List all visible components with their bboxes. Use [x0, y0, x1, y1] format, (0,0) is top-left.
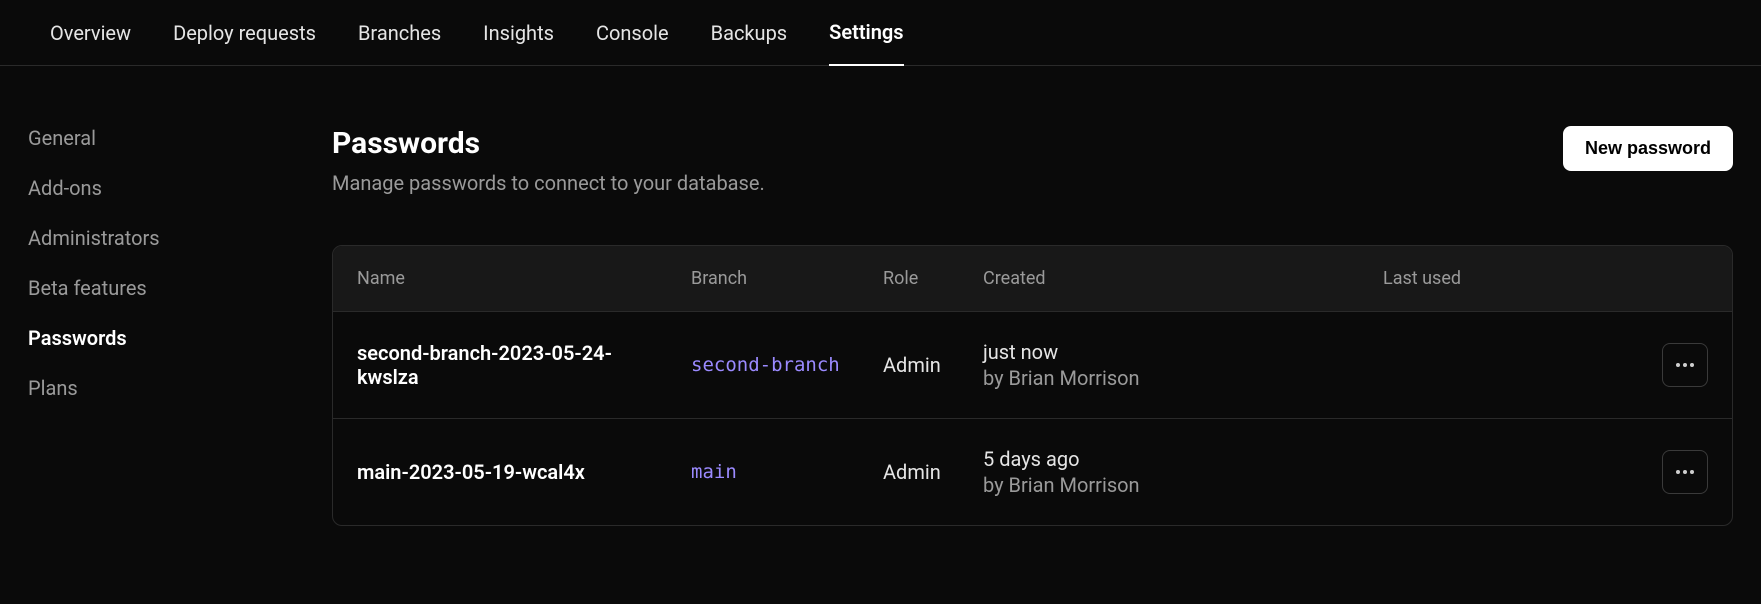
- column-header-last-used: Last used: [1383, 268, 1463, 289]
- row-actions-button[interactable]: [1662, 450, 1708, 494]
- cell-created: just now by Brian Morrison: [983, 340, 1383, 390]
- created-by: by Brian Morrison: [983, 473, 1383, 497]
- column-header-role: Role: [883, 268, 983, 289]
- cell-role: Admin: [883, 460, 983, 484]
- tab-backups[interactable]: Backups: [711, 0, 788, 66]
- sidebar-item-plans[interactable]: Plans: [28, 376, 332, 400]
- page-title: Passwords: [332, 126, 765, 161]
- created-time: 5 days ago: [983, 447, 1383, 471]
- created-by: by Brian Morrison: [983, 366, 1383, 390]
- tab-branches[interactable]: Branches: [358, 0, 441, 66]
- sidebar-item-administrators[interactable]: Administrators: [28, 226, 332, 250]
- page-header: Passwords Manage passwords to connect to…: [332, 126, 1733, 195]
- main-content: Passwords Manage passwords to connect to…: [332, 126, 1761, 526]
- tab-console[interactable]: Console: [596, 0, 669, 66]
- cell-branch[interactable]: main: [691, 461, 883, 483]
- row-actions-button[interactable]: [1662, 343, 1708, 387]
- table-row: main-2023-05-19-wcal4x main Admin 5 days…: [333, 419, 1732, 525]
- column-header-created: Created: [983, 268, 1383, 289]
- more-icon: [1676, 470, 1694, 474]
- page-subtitle: Manage passwords to connect to your data…: [332, 171, 765, 195]
- sidebar-item-beta-features[interactable]: Beta features: [28, 276, 332, 300]
- cell-name[interactable]: second-branch-2023-05-24-kwslza: [357, 341, 691, 389]
- created-time: just now: [983, 340, 1383, 364]
- settings-sidebar: General Add-ons Administrators Beta feat…: [0, 126, 332, 526]
- tab-insights[interactable]: Insights: [483, 0, 554, 66]
- more-icon: [1676, 363, 1694, 367]
- tab-deploy-requests[interactable]: Deploy requests: [173, 0, 316, 66]
- table-header: Name Branch Role Created Last used: [333, 246, 1732, 312]
- content-wrapper: General Add-ons Administrators Beta feat…: [0, 66, 1761, 526]
- passwords-table: Name Branch Role Created Last used secon…: [332, 245, 1733, 526]
- column-header-actions: [1463, 268, 1708, 289]
- tab-overview[interactable]: Overview: [50, 0, 131, 66]
- sidebar-item-passwords[interactable]: Passwords: [28, 326, 332, 350]
- page-header-text: Passwords Manage passwords to connect to…: [332, 126, 765, 195]
- tab-settings[interactable]: Settings: [829, 0, 903, 66]
- cell-created: 5 days ago by Brian Morrison: [983, 447, 1383, 497]
- cell-role: Admin: [883, 353, 983, 377]
- new-password-button[interactable]: New password: [1563, 126, 1733, 171]
- sidebar-item-addons[interactable]: Add-ons: [28, 176, 332, 200]
- cell-name[interactable]: main-2023-05-19-wcal4x: [357, 460, 691, 484]
- top-nav: Overview Deploy requests Branches Insigh…: [0, 0, 1761, 66]
- cell-branch[interactable]: second-branch: [691, 354, 883, 376]
- column-header-name: Name: [357, 268, 691, 289]
- column-header-branch: Branch: [691, 268, 883, 289]
- table-row: second-branch-2023-05-24-kwslza second-b…: [333, 312, 1732, 419]
- sidebar-item-general[interactable]: General: [28, 126, 332, 150]
